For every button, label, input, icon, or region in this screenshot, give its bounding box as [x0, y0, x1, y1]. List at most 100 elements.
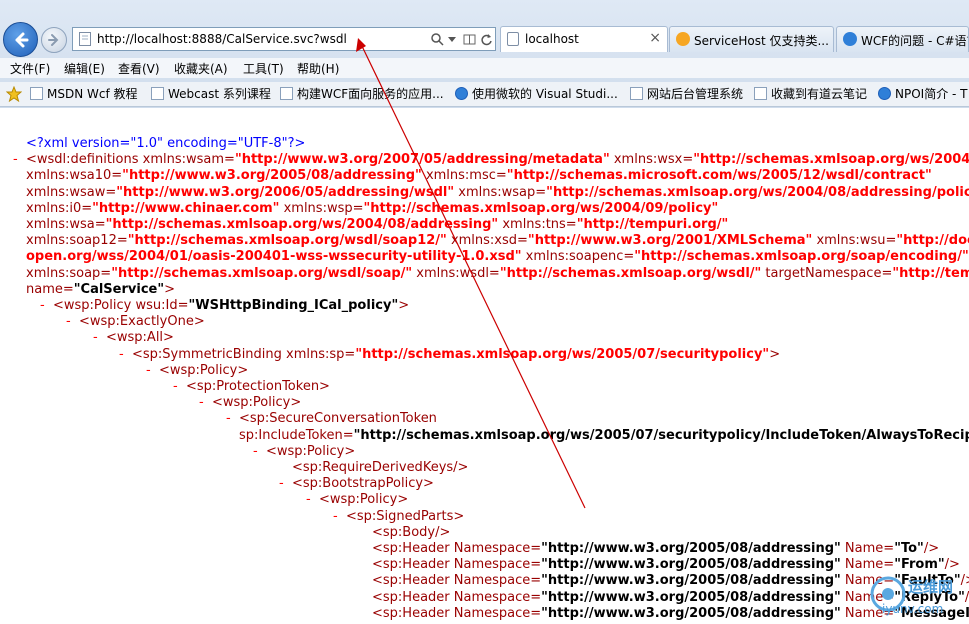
xml-token: > — [769, 346, 781, 362]
xml-token: <sp:Header — [372, 605, 454, 621]
xml-line: - <sp:SignedParts> — [333, 508, 465, 525]
xml-token: xmlns:wsa= — [26, 217, 106, 232]
xml-token: <wsp:Policy> — [266, 443, 356, 459]
xml-line: <sp:RequireDerivedKeys/> — [292, 460, 468, 476]
collapse-toggle[interactable]: - — [173, 379, 178, 395]
xml-token: "WSHttpBinding_ICal_policy" — [188, 298, 399, 313]
favorite-item[interactable]: 使用微软的 Visual Studi... — [455, 85, 618, 102]
menu-tools[interactable]: 工具(T) — [243, 60, 284, 77]
xml-line: - <wsp:Policy> — [253, 443, 356, 460]
star-icon[interactable] — [6, 86, 22, 102]
menu-help[interactable]: 帮助(H) — [297, 60, 339, 77]
xml-line: - <wsp:ExactlyOne> — [66, 314, 205, 330]
xml-token: <wsp:ExactlyOne> — [79, 314, 205, 330]
xml-line: open.org/wss/2004/01/oasis-200401-wss-ws… — [26, 249, 969, 265]
bing-icon — [676, 32, 690, 46]
xml-token: <sp:SignedParts> — [346, 508, 465, 524]
menu-file[interactable]: 文件(F) — [10, 60, 50, 77]
xml-token: sp:IncludeToken= — [239, 427, 354, 443]
address-bar[interactable]: http://localhost:8888/CalService.svc?wsd… — [72, 27, 496, 51]
xml-token: "http://schemas.xmlsoap.org/wsdl/soap/" — [111, 265, 413, 281]
xml-token: "http://www.w3.org/2007/05/addressing/me… — [234, 152, 610, 168]
navigation-row: http://localhost:8888/CalService.svc?wsd… — [0, 20, 969, 58]
page-icon — [151, 87, 164, 100]
xml-token: <sp:RequireDerivedKeys/> — [292, 460, 469, 475]
xml-token: "http://www.w3.org/2005/08/addressing" — [541, 589, 841, 605]
xml-token: xmlns:i0= — [26, 200, 93, 216]
xml-line: xmlns:soap="http://schemas.xmlsoap.org/w… — [26, 266, 969, 282]
arrow-right-icon — [48, 34, 59, 46]
collapse-toggle[interactable]: - — [119, 347, 124, 363]
xml-token: "http://schemas.xmlsoap.org/wsdl/soap12/… — [127, 233, 447, 249]
xml-line: - <sp:ProtectionToken> — [173, 379, 330, 395]
xml-line: xmlns:wsaw="http://www.w3.org/2006/05/ad… — [26, 185, 969, 201]
xml-token: "http://www.w3.org/2005/08/addressing" — [541, 557, 841, 573]
xml-token: "http://www.w3.org/2005/08/addressing" — [541, 605, 841, 621]
xml-token: xmlns:wsx= — [609, 152, 694, 168]
forward-button[interactable] — [41, 27, 67, 53]
watermark-text-cn: 运维网 — [908, 578, 954, 596]
back-button[interactable] — [3, 22, 38, 57]
collapse-toggle[interactable]: - — [146, 363, 151, 379]
favorite-item[interactable]: MSDN Wcf 教程 — [30, 85, 138, 102]
xml-line: name="CalService"> — [26, 282, 175, 298]
xml-token: "http://tempuri.org/" — [892, 265, 969, 281]
chevron-down-icon[interactable] — [448, 37, 456, 42]
favorite-item[interactable]: 收藏到有道云笔记 — [754, 85, 867, 102]
xml-line: - <wsp:Policy> — [306, 492, 408, 508]
collapse-toggle[interactable]: - — [66, 314, 71, 330]
menu-edit[interactable]: 编辑(E) — [64, 60, 105, 77]
xml-token: <wsp:Policy — [53, 298, 136, 313]
favorite-item[interactable]: Webcast 系列课程 — [151, 85, 271, 102]
collapse-toggle[interactable]: - — [226, 411, 231, 427]
favorite-item[interactable]: 构建WCF面向服务的应用... — [280, 85, 444, 102]
menu-view[interactable]: 查看(V) — [118, 60, 160, 77]
xml-token: Namespace= — [453, 589, 542, 605]
collapse-toggle[interactable]: - — [253, 444, 258, 460]
xml-token: xmlns:soapenc= — [521, 249, 635, 265]
tab-wcf-question[interactable]: WCF的问题 - C#语言... — [836, 26, 969, 52]
xml-line: - <wsp:All> — [93, 330, 174, 346]
collapse-toggle[interactable]: - — [333, 509, 338, 525]
page-icon — [280, 87, 293, 100]
collapse-toggle[interactable]: - — [13, 152, 18, 168]
close-icon[interactable]: × — [649, 30, 661, 46]
xml-line: - <wsp:Policy> — [199, 395, 302, 411]
collapse-toggle[interactable]: - — [199, 395, 204, 411]
xml-token: wsu:Id= — [135, 298, 189, 313]
collapse-toggle[interactable]: - — [40, 298, 45, 314]
xml-line: - <wsdl:definitions xmlns:wsam="http://ww… — [13, 152, 969, 168]
xml-token: <?xml version="1.0" encoding="UTF-8"?> — [26, 136, 306, 151]
xml-token: "http://www.chinaer.com" — [92, 200, 280, 216]
refresh-icon[interactable] — [480, 33, 493, 46]
xml-token: xmlns:msc= — [421, 168, 507, 184]
xml-token: <sp:ProtectionToken> — [186, 379, 330, 394]
xml-token: "http://www.w3.org/2006/05/addressing/ws… — [116, 184, 455, 200]
favorite-item[interactable]: 网站后台管理系统 — [630, 85, 743, 102]
xml-token: xmlns:wsa10= — [26, 168, 123, 184]
xml-line: xmlns:wsa="http://schemas.xmlsoap.org/ws… — [26, 217, 728, 233]
xml-token: "http://www.w3.org/2005/08/addressing" — [541, 573, 841, 589]
watermark-text-en: iyunv.com — [882, 602, 944, 616]
favorites-bar: MSDN Wcf 教程 Webcast 系列课程 构建WCF面向服务的应用...… — [0, 82, 969, 107]
xml-line: xmlns:soap12="http://schemas.xmlsoap.org… — [26, 233, 969, 249]
watermark: 运维网 iyunv.com — [868, 570, 968, 620]
tab-label: ServiceHost 仅支持类... — [694, 34, 829, 48]
xml-line: xmlns:wsa10="http://www.w3.org/2005/08/a… — [26, 168, 932, 184]
tab-localhost[interactable]: localhost × — [500, 26, 668, 52]
xml-token: xmlns:wsap= — [454, 184, 547, 200]
xml-token: <wsp:Policy> — [212, 395, 302, 411]
menu-favorites[interactable]: 收藏夹(A) — [174, 60, 228, 77]
collapse-toggle[interactable]: - — [279, 476, 284, 492]
search-icon[interactable] — [431, 33, 444, 46]
xml-token: <sp:Header — [372, 541, 454, 556]
tab-servicehost[interactable]: ServiceHost 仅支持类... — [669, 26, 834, 52]
favorite-item[interactable]: NPOI简介 - T — [878, 85, 968, 102]
collapse-toggle[interactable]: - — [306, 492, 311, 508]
xml-token: "To" — [894, 541, 924, 556]
xml-line: - <sp:BootstrapPolicy> — [279, 476, 434, 492]
collapse-toggle[interactable]: - — [93, 330, 98, 346]
compatibility-view-icon[interactable] — [463, 33, 476, 46]
xml-token: name= — [26, 281, 74, 297]
page-icon — [754, 87, 767, 100]
